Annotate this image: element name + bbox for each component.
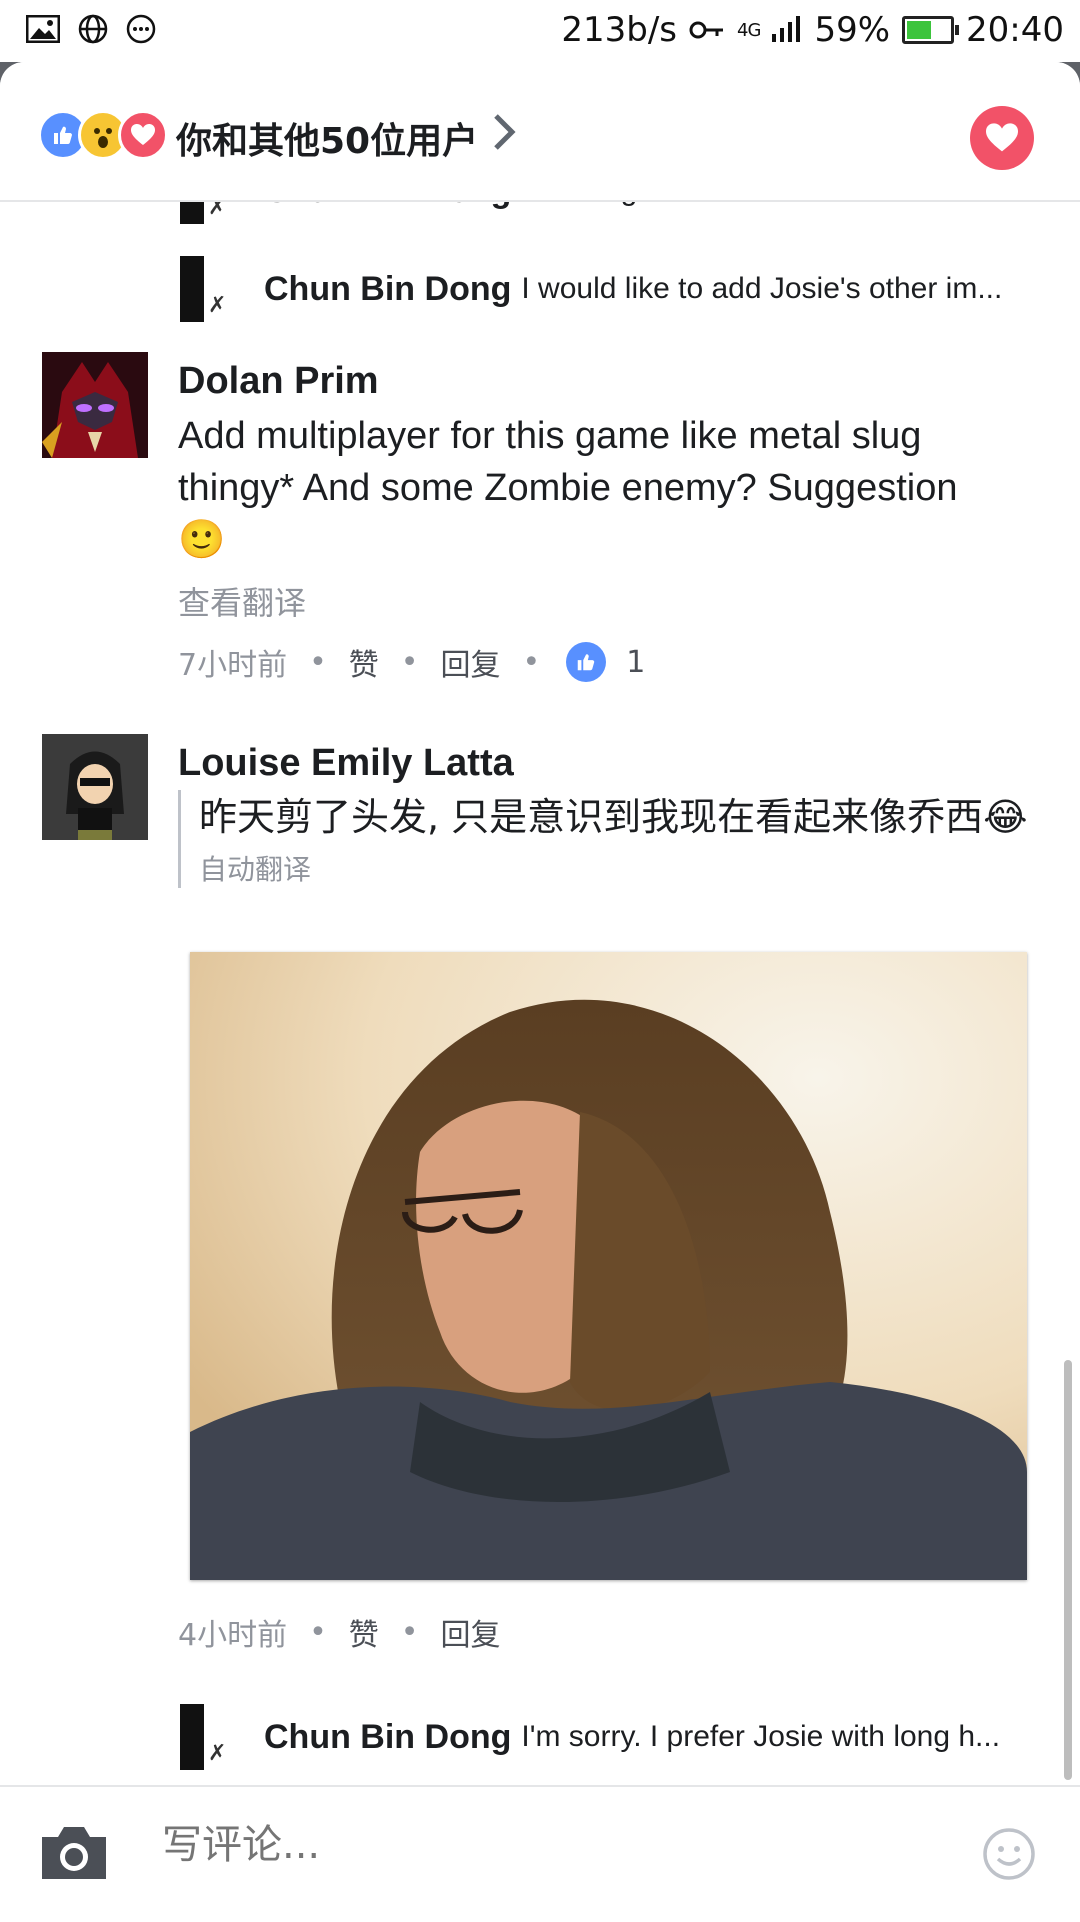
comment-time: 4小时前	[178, 1618, 288, 1653]
network-speed: 213b/s	[561, 10, 678, 50]
comment-photo[interactable]	[190, 952, 1027, 1580]
smiley-icon[interactable]	[982, 1827, 1036, 1881]
like-count-icon[interactable]	[566, 642, 607, 682]
separator-dot: •	[400, 1614, 419, 1650]
key-icon	[689, 21, 724, 39]
comment-author[interactable]: Louise Emily Latta	[178, 742, 514, 785]
separator-dot: •	[309, 644, 327, 680]
like-button[interactable]: 赞	[349, 640, 379, 684]
avatar[interactable]	[42, 734, 148, 840]
comment-input[interactable]	[160, 1821, 764, 1869]
avatar[interactable]: ✗	[178, 1704, 234, 1770]
comment-author[interactable]: Dolan Prim	[178, 360, 379, 403]
reply-text: I would like to add Josie's other im...	[521, 272, 1003, 305]
love-icon	[118, 110, 168, 160]
comment-composer	[0, 1785, 1080, 1922]
reply-button[interactable]: 回复	[441, 640, 501, 684]
avatar[interactable]: ✗	[178, 256, 234, 322]
comment-text-line: Add multiplayer for this game like metal…	[178, 415, 922, 457]
comment-meta: 4小时前 • 赞 • 回复	[178, 1610, 501, 1654]
battery-percent: 59%	[814, 10, 891, 50]
comment-time: 7小时前	[178, 648, 288, 683]
auto-translated-label[interactable]: 自动翻译	[199, 848, 1049, 888]
separator-dot: •	[309, 1614, 327, 1650]
avatar[interactable]	[42, 352, 148, 458]
translated-comment: 昨天剪了头发, 只是意识到我现在看起来像乔西😂 自动翻译	[178, 790, 1049, 888]
reply-row[interactable]: ✗ Chun Bin Dong I would like to add Josi…	[178, 256, 1002, 322]
chevron-right-icon[interactable]	[484, 112, 524, 152]
separator-dot: •	[522, 644, 541, 680]
reply-row[interactable]: ✗ Chun Bin Dong I'm sorry. I prefer Josi…	[178, 1704, 1000, 1770]
globe-icon	[78, 14, 108, 44]
reaction-icons	[38, 110, 168, 160]
clock: 20:40	[966, 10, 1064, 50]
comment-text: Add multiplayer for this game like metal…	[178, 410, 957, 566]
separator-dot: •	[400, 644, 419, 680]
status-bar: 213b/s 4G 59% 20:40	[0, 0, 1080, 62]
see-translation-link[interactable]: 查看翻译	[178, 578, 306, 624]
more-notifications-icon	[126, 14, 156, 44]
reply-author[interactable]: Chun Bin Dong	[264, 270, 511, 309]
love-reaction-button[interactable]	[970, 106, 1034, 170]
reactions-header[interactable]: 你和其他50位用户	[0, 62, 1080, 202]
comment-text-line: thingy* And some Zombie enemy? Suggestio…	[178, 467, 958, 509]
signal-icon	[772, 16, 801, 42]
comment-meta: 7小时前 • 赞 • 回复 • 1	[178, 640, 645, 684]
reply-text: I'm sorry. I prefer Josie with long h...	[521, 1720, 1001, 1753]
smile-emoji: 🙂	[178, 519, 226, 561]
camera-icon[interactable]	[38, 1823, 110, 1883]
scrollbar[interactable]	[1064, 1360, 1072, 1780]
battery-icon	[902, 16, 960, 44]
gallery-icon	[26, 15, 60, 43]
network-type: 4G	[737, 19, 761, 41]
like-count[interactable]: 1	[626, 645, 645, 680]
reply-author[interactable]: Chun Bin Dong	[264, 1718, 511, 1757]
heart-icon	[986, 123, 1018, 152]
like-button[interactable]: 赞	[349, 1610, 379, 1654]
reply-button[interactable]: 回复	[441, 1610, 501, 1654]
reaction-summary[interactable]: 你和其他50位用户	[176, 112, 478, 164]
comment-text: 昨天剪了头发, 只是意识到我现在看起来像乔西😂	[199, 795, 1028, 839]
